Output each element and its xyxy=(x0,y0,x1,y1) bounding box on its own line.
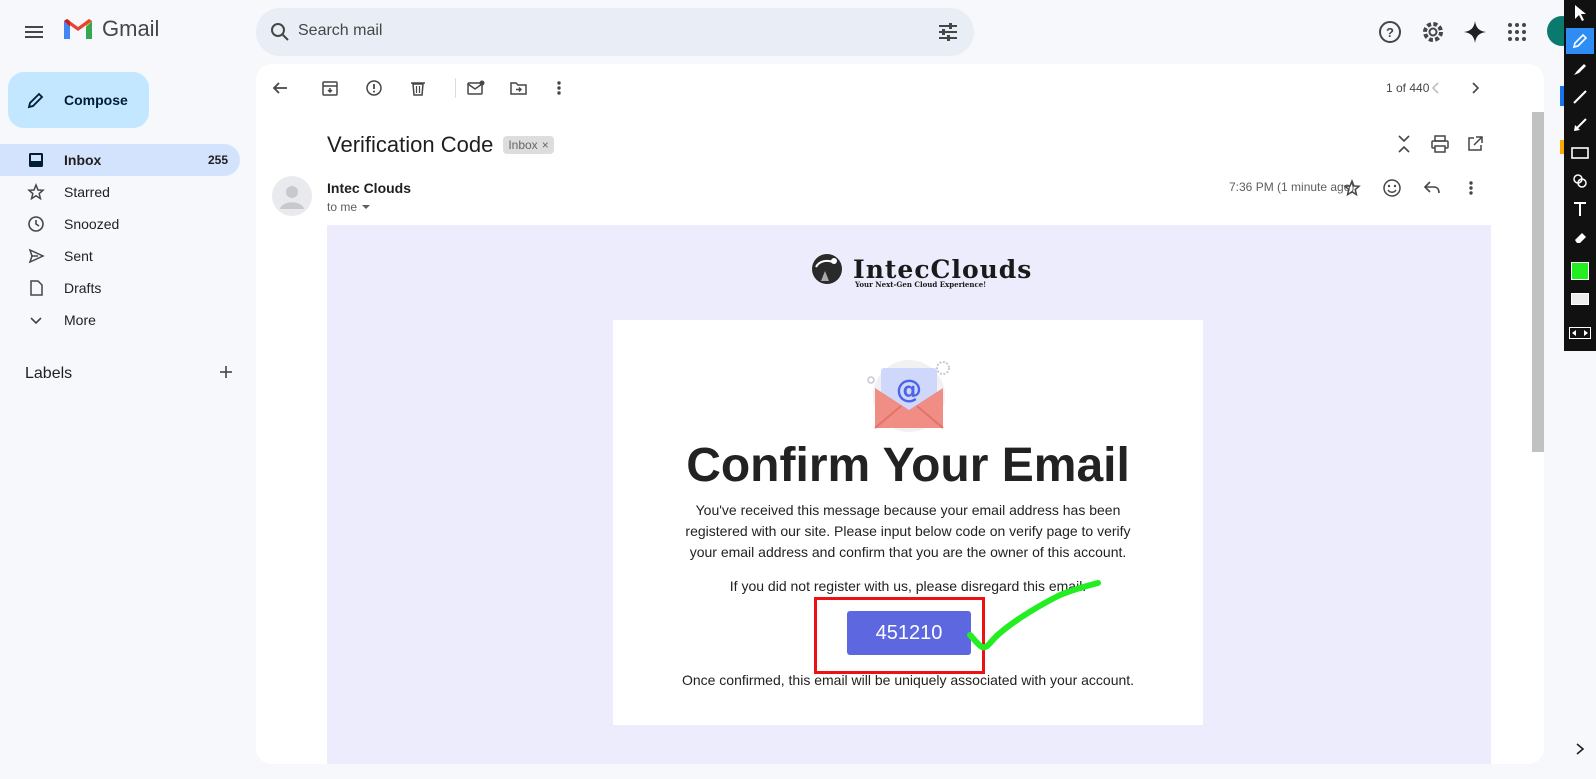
stamp-icon[interactable] xyxy=(1566,168,1594,194)
message-more-icon[interactable] xyxy=(1459,176,1483,200)
delete-icon[interactable] xyxy=(406,76,430,100)
draft-icon xyxy=(26,278,46,298)
sidebar-item-starred[interactable]: Starred xyxy=(0,176,256,208)
help-icon[interactable]: ? xyxy=(1376,18,1404,46)
line-icon[interactable] xyxy=(1566,84,1594,110)
toolbar-divider xyxy=(455,78,456,98)
color-swatch[interactable] xyxy=(1566,258,1594,284)
drawing-toolbar xyxy=(1564,0,1596,351)
sidebar-item-snoozed[interactable]: Snoozed xyxy=(0,208,256,240)
labels-heading: Labels xyxy=(25,365,73,382)
rectangle-icon[interactable] xyxy=(1566,140,1594,166)
gmail-logo[interactable]: Gmail xyxy=(62,16,159,42)
report-spam-icon[interactable] xyxy=(362,76,386,100)
sidebar-item-label: Inbox xyxy=(64,152,102,168)
archive-icon[interactable] xyxy=(318,76,342,100)
message-subject-row: Verification Code Inbox × xyxy=(327,132,554,158)
unread-count: 255 xyxy=(207,153,228,167)
sender-avatar[interactable] xyxy=(272,176,312,216)
sidebar-item-label: More xyxy=(64,312,96,328)
annotation-checkmark xyxy=(967,580,1101,651)
emoji-reaction-icon[interactable] xyxy=(1380,176,1404,200)
apps-grid-icon[interactable] xyxy=(1503,18,1531,46)
text-icon[interactable] xyxy=(1566,196,1594,222)
reply-icon[interactable] xyxy=(1420,176,1444,200)
newer-chevron-icon[interactable] xyxy=(1424,76,1448,100)
svg-text:?: ? xyxy=(1386,25,1394,40)
sidebar-item-inbox[interactable]: Inbox 255 xyxy=(0,144,240,176)
add-label-icon[interactable] xyxy=(217,363,235,386)
email-content: IntecClouds Your Next-Gen Cloud Experien… xyxy=(327,225,1491,764)
label-chip[interactable]: Inbox × xyxy=(503,136,554,154)
recipient-details[interactable]: to me xyxy=(327,200,371,214)
message-timestamp: 7:36 PM (1 minute ago) xyxy=(1229,180,1355,194)
sidebar-item-label: Snoozed xyxy=(64,216,120,232)
print-icon[interactable] xyxy=(1428,132,1452,156)
eraser-icon[interactable] xyxy=(1566,224,1594,250)
chevron-down-icon xyxy=(26,310,46,330)
inbox-icon xyxy=(26,150,46,170)
star-icon xyxy=(26,182,46,202)
highlighter-icon[interactable] xyxy=(1566,56,1594,82)
send-icon xyxy=(26,246,46,266)
brand-header: IntecClouds Your Next-Gen Cloud Experien… xyxy=(807,249,1032,289)
svg-text:@: @ xyxy=(896,375,922,405)
email-body-text: You've received this message because you… xyxy=(685,502,1131,560)
clock-icon xyxy=(26,214,46,234)
gmail-window: Gmail Search mail ? Compose Inbox 255 St… xyxy=(0,0,1596,779)
search-bar[interactable]: Search mail xyxy=(256,8,974,56)
gmail-m-icon xyxy=(64,19,92,39)
fill-swatch[interactable] xyxy=(1566,286,1594,312)
side-panel-toggle-icon[interactable] xyxy=(1574,742,1586,761)
older-chevron-icon[interactable] xyxy=(1463,76,1487,100)
search-options-icon[interactable] xyxy=(936,20,960,49)
top-bar: Gmail Search mail ? xyxy=(0,0,1560,64)
more-vert-icon[interactable] xyxy=(547,76,571,100)
caret-down-icon xyxy=(362,205,371,209)
sidebar-item-more[interactable]: More xyxy=(0,304,256,336)
brand-tagline: Your Next-Gen Cloud Experience! xyxy=(855,280,987,289)
label-chip-text: Inbox xyxy=(508,138,538,152)
sidebar-item-sent[interactable]: Sent xyxy=(0,240,256,272)
open-new-window-icon[interactable] xyxy=(1463,132,1487,156)
expand-icon[interactable] xyxy=(1566,320,1594,346)
sender-name[interactable]: Intec Clouds xyxy=(327,180,411,196)
compose-button[interactable]: Compose xyxy=(8,72,149,128)
recipient-text: to me xyxy=(327,200,358,214)
sidebar-item-label: Sent xyxy=(64,248,93,264)
gemini-sparkle-icon[interactable] xyxy=(1461,18,1489,46)
mark-unread-icon[interactable] xyxy=(464,76,488,100)
brand-logo-icon xyxy=(812,254,842,284)
pencil-icon xyxy=(27,92,44,109)
cursor-icon[interactable] xyxy=(1566,0,1594,26)
gear-icon[interactable] xyxy=(1419,18,1447,46)
labels-section: Labels xyxy=(25,362,235,386)
scrollbar-thumb[interactable] xyxy=(1532,112,1544,452)
message-toolbar: 1 of 440 xyxy=(256,64,1544,112)
search-input[interactable]: Search mail xyxy=(298,22,382,40)
search-icon[interactable] xyxy=(268,20,292,49)
pencil-icon[interactable] xyxy=(1566,28,1594,54)
move-to-icon[interactable] xyxy=(507,76,531,100)
sidebar-item-drafts[interactable]: Drafts xyxy=(0,272,256,304)
email-title: Confirm Your Email xyxy=(686,439,1130,492)
app-name: Gmail xyxy=(102,16,160,41)
collapse-all-icon[interactable] xyxy=(1392,132,1416,156)
back-arrow-icon[interactable] xyxy=(268,76,292,100)
pagination-count: 1 of 440 xyxy=(1386,81,1430,95)
remove-label-icon[interactable]: × xyxy=(542,138,549,152)
star-toggle-icon[interactable] xyxy=(1340,176,1364,200)
sidebar-item-label: Drafts xyxy=(64,280,102,296)
message-subject: Verification Code xyxy=(327,132,494,157)
compose-label: Compose xyxy=(64,92,128,108)
sidebar-nav: Inbox 255 Starred Snoozed Sent Drafts Mo… xyxy=(0,144,256,336)
sidebar-item-label: Starred xyxy=(64,184,110,200)
main-menu-icon[interactable] xyxy=(20,18,48,46)
arrow-icon[interactable] xyxy=(1566,112,1594,138)
envelope-at-icon: @ xyxy=(867,360,950,432)
